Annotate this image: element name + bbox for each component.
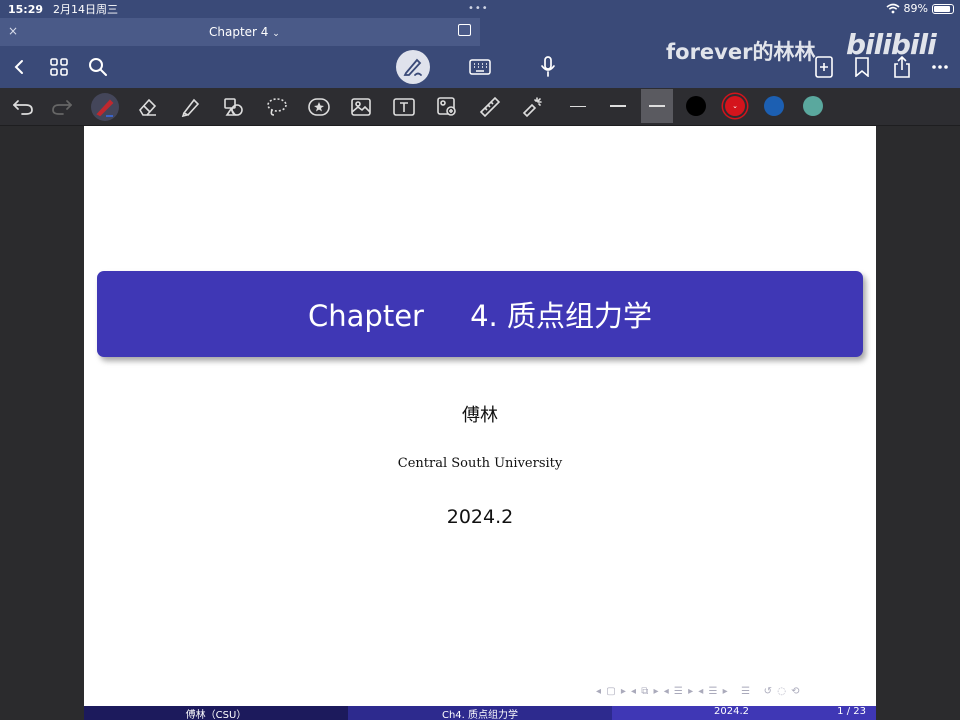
eraser-icon[interactable] — [134, 93, 162, 121]
wifi-icon — [886, 3, 900, 14]
document-page[interactable]: Chapter 4. 质点组力学 傅林 Central South Univer… — [84, 126, 876, 706]
slide-date: 2024.2 — [446, 506, 514, 528]
multitasking-dots[interactable]: ••• — [468, 3, 489, 14]
sticker-icon[interactable] — [305, 93, 333, 121]
stroke-medium[interactable] — [602, 89, 634, 123]
footer-page: 1 / 23 — [837, 706, 866, 717]
annotation-toolbar: ⌄ — [0, 88, 960, 126]
footer-title: Ch4. 质点组力学 — [348, 706, 612, 720]
lasso-icon[interactable] — [263, 93, 291, 121]
footer-author: 傅林（CSU） — [84, 706, 348, 720]
slide-title-box: Chapter 4. 质点组力学 — [97, 271, 863, 357]
status-date: 2月14日周三 — [53, 3, 119, 16]
camera-icon[interactable] — [433, 93, 461, 121]
beamer-navigation[interactable]: ◂ ▢ ▸ ◂ ⧉ ▸ ◂ ☰ ▸ ◂ ☰ ▸ ☰ ↺ ◌ ⟲ — [596, 686, 801, 697]
highlighter-icon[interactable] — [177, 93, 205, 121]
color-black[interactable] — [686, 96, 706, 116]
close-tab-icon[interactable]: × — [8, 24, 18, 38]
search-icon[interactable] — [86, 55, 110, 79]
status-bar: 15:29 2月14日周三 ••• 89% — [0, 0, 960, 18]
keyboard-icon[interactable] — [468, 55, 492, 79]
color-blue[interactable] — [764, 96, 784, 116]
slide-footer: 傅林（CSU） Ch4. 质点组力学 2024.2 1 / 23 — [84, 706, 876, 720]
nav-toolbar — [0, 46, 960, 88]
laser-pointer-icon[interactable] — [518, 93, 546, 121]
redo-icon[interactable] — [48, 93, 76, 121]
battery-percent: 89% — [903, 2, 928, 15]
stroke-thick[interactable] — [641, 89, 673, 123]
stroke-thin[interactable] — [562, 89, 594, 123]
bilibili-logo: bilibili — [846, 28, 937, 61]
status-right: 89% — [886, 2, 954, 15]
pen-mode-icon[interactable] — [396, 50, 430, 84]
microphone-icon[interactable] — [536, 55, 560, 79]
grid-icon[interactable] — [47, 55, 71, 79]
color-red[interactable]: ⌄ — [725, 96, 745, 116]
undo-icon[interactable] — [9, 93, 37, 121]
chevron-down-icon: ⌄ — [732, 101, 738, 110]
pen-icon[interactable] — [91, 93, 119, 121]
slide-title: Chapter 4. 质点组力学 — [308, 299, 652, 333]
chevron-down-icon[interactable]: ⌄ — [272, 29, 280, 39]
footer-right: 2024.2 1 / 23 — [612, 706, 876, 720]
tab-bar: × Chapter 4 ⌄ — [0, 18, 960, 46]
battery-icon — [932, 3, 954, 14]
tab-chapter-4[interactable]: × Chapter 4 ⌄ — [0, 18, 480, 46]
split-view-icon[interactable] — [458, 24, 471, 36]
tab-title[interactable]: Chapter 4 ⌄ — [209, 25, 280, 39]
status-time: 15:29 — [8, 2, 44, 16]
textbox-icon[interactable] — [390, 93, 418, 121]
add-page-icon[interactable] — [812, 55, 836, 79]
watermark-text: forever的林林 — [666, 40, 816, 64]
back-icon[interactable] — [8, 55, 32, 79]
slide-author: 傅林 — [462, 405, 498, 426]
ruler-icon[interactable] — [476, 93, 504, 121]
slide-institution: Central South University — [397, 456, 563, 471]
shapes-icon[interactable] — [220, 93, 248, 121]
footer-date: 2024.2 — [714, 706, 749, 717]
color-teal[interactable] — [803, 96, 823, 116]
image-icon[interactable] — [347, 93, 375, 121]
